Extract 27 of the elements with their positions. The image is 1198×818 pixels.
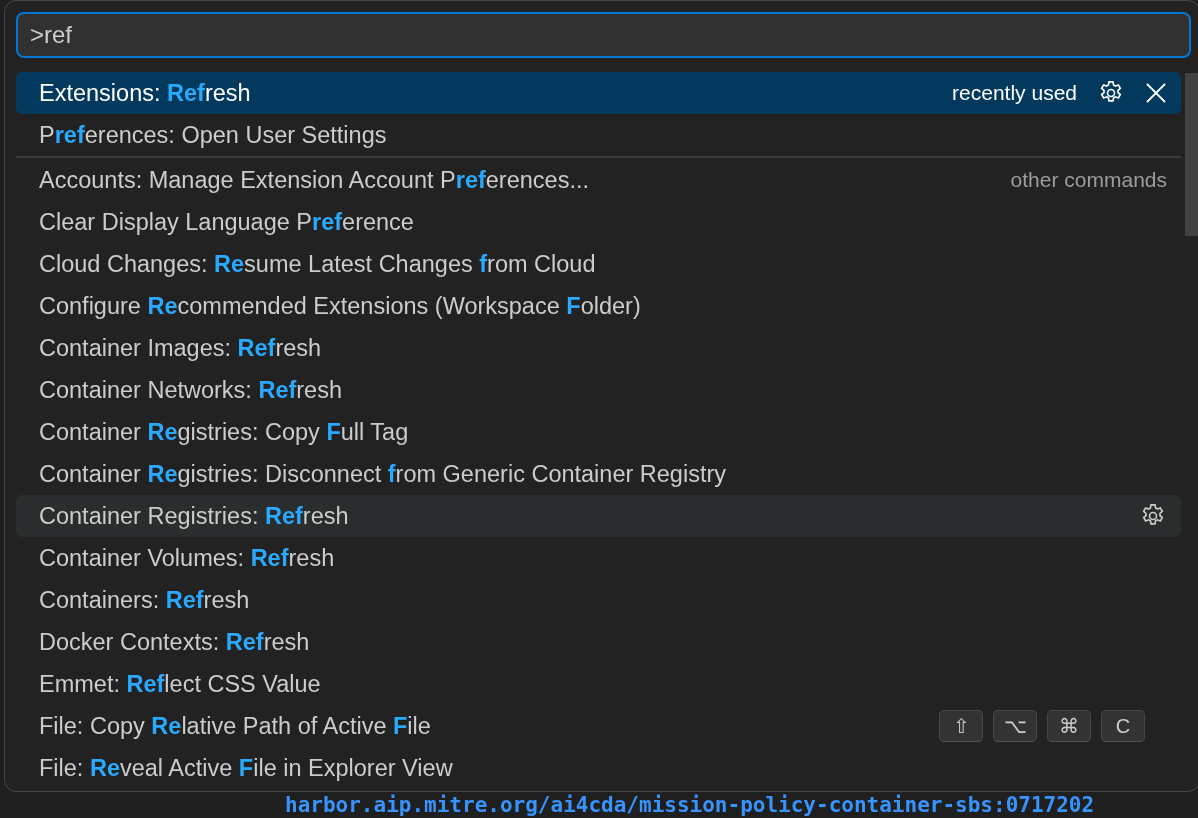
command-item[interactable]: Container Volumes: Refresh: [16, 537, 1181, 579]
item-description: recently used: [952, 81, 1077, 105]
editor-text: harbor.aip.mitre.org/ai4cda/mission-policy-container-sbs:0717202: [285, 793, 1095, 817]
command-item[interactable]: Container Networks: Refresh: [16, 369, 1181, 411]
command-item[interactable]: Emmet: Reflect CSS Value: [16, 663, 1181, 705]
command-item[interactable]: Configure Recommended Extensions (Workspace Folder): [16, 285, 1181, 327]
command-item[interactable]: Preferences: Open User Settings: [16, 114, 1181, 156]
command-item[interactable]: File: Reveal Active File in Explorer View: [16, 747, 1181, 789]
item-description: other commands: [1010, 168, 1167, 192]
command-item[interactable]: Container Registries: Copy Full Tag: [16, 411, 1181, 453]
scrollbar-thumb[interactable]: [1185, 73, 1198, 236]
keyboard-key: ⌥: [993, 710, 1037, 742]
command-item[interactable]: File: Copy Relative Path of Active File ⇧ ⌥ ⌘ C: [16, 705, 1181, 747]
command-item[interactable]: Cloud Changes: Resume Latest Changes from Cloud: [16, 243, 1181, 285]
command-item[interactable]: Container Images: Refresh: [16, 327, 1181, 369]
keyboard-key: ⇧: [939, 710, 983, 742]
command-item[interactable]: Clear Display Language Preference: [16, 201, 1181, 243]
close-icon[interactable]: [1145, 82, 1167, 104]
command-item[interactable]: Containers: Refresh: [16, 579, 1181, 621]
command-item[interactable]: Extensions: Refresh recently used: [16, 72, 1181, 114]
keyboard-key: C: [1101, 710, 1145, 742]
command-item[interactable]: Container Registries: Refresh: [16, 495, 1181, 537]
keyboard-key: ⌘: [1047, 710, 1091, 742]
command-item[interactable]: Container Registries: Disconnect from Generic Container Registry: [16, 453, 1181, 495]
command-item[interactable]: Accounts: Manage Extension Account Preferences... other commands: [16, 159, 1181, 201]
command-input[interactable]: >ref: [16, 12, 1191, 58]
command-item[interactable]: Docker Contexts: Refresh: [16, 621, 1181, 663]
